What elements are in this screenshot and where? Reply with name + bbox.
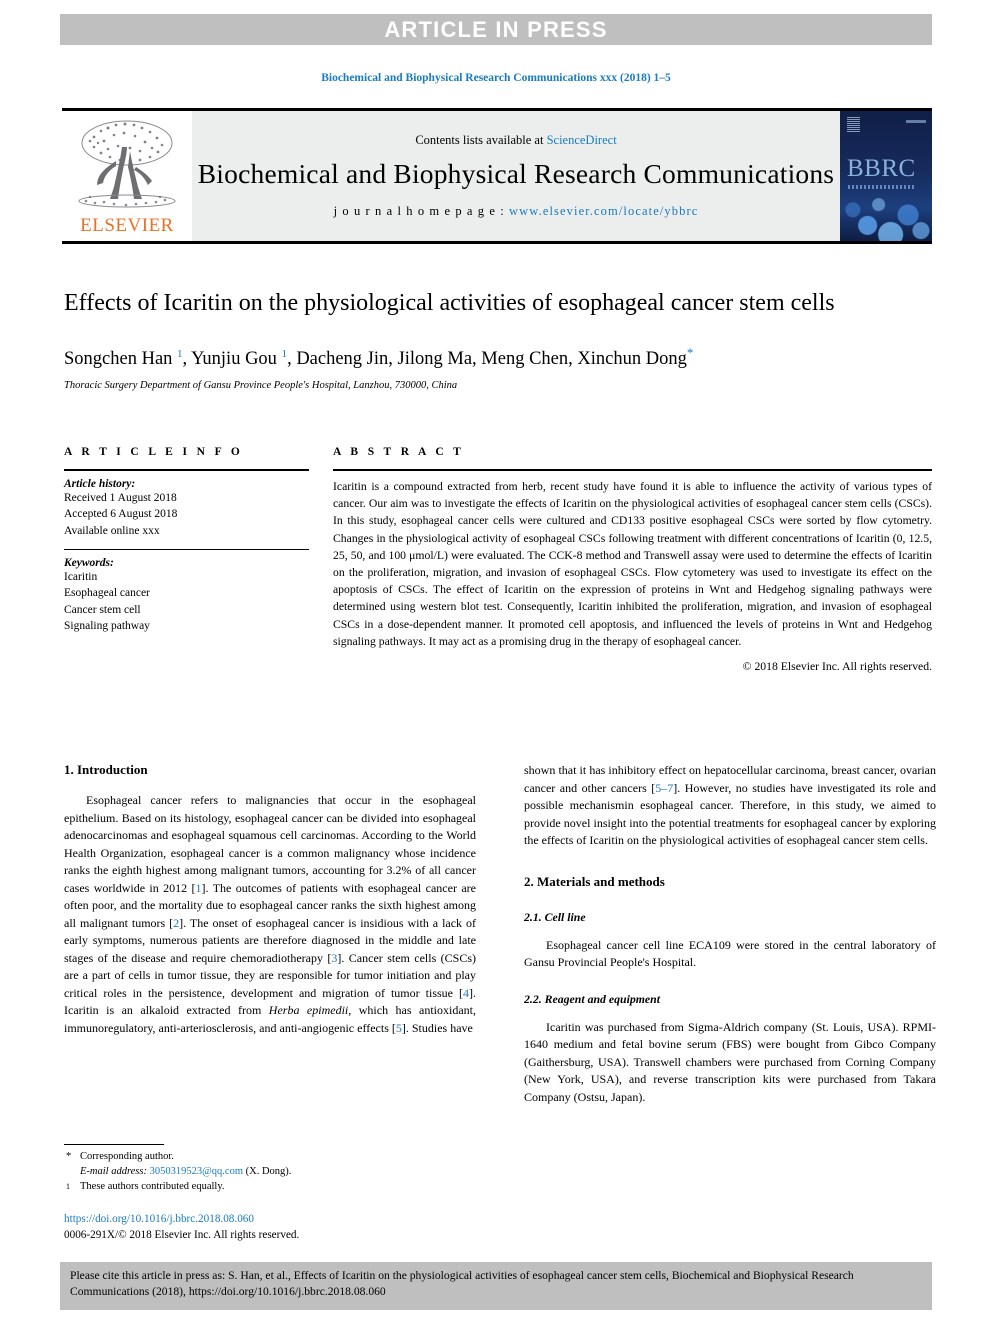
author-names-1: Songchen Han	[64, 348, 178, 369]
species-name: Herba epimedii	[268, 1003, 349, 1018]
sciencedirect-link[interactable]: ScienceDirect	[547, 133, 617, 147]
masthead-center: Contents lists available at ScienceDirec…	[192, 111, 840, 241]
elsevier-wordmark: ELSEVIER	[80, 215, 174, 236]
citation-footer-bar: Please cite this article in press as: S.…	[60, 1262, 932, 1310]
body-right-column: shown that it has inhibitory effect on h…	[524, 762, 936, 1108]
footnote-email-line: E-mail address: 3050319523@qq.com (X. Do…	[64, 1165, 476, 1180]
abstract-text: Icaritin is a compound extracted from he…	[333, 480, 932, 648]
history-available-online: Available online xxx	[64, 524, 160, 537]
footnote-one-marker: 1	[66, 1181, 70, 1191]
journal-masthead: ELSEVIER Contents lists available at Sci…	[62, 108, 932, 244]
email-label: E-mail address:	[80, 1165, 147, 1177]
doi-link[interactable]: https://doi.org/10.1016/j.bbrc.2018.08.0…	[64, 1211, 476, 1227]
keywords-divider-rule	[64, 548, 309, 550]
intro-text-a: Esophageal cancer refers to malignancies…	[64, 793, 476, 895]
abstract-copyright: © 2018 Elsevier Inc. All rights reserved…	[742, 660, 932, 674]
journal-homepage-line: j o u r n a l h o m e p a g e : www.else…	[334, 204, 699, 219]
keyword-item: Icaritin	[64, 570, 98, 583]
elsevier-tree-icon	[78, 120, 176, 208]
affiliation: Thoracic Surgery Department of Gansu Pro…	[64, 379, 458, 391]
footnote-separator-rule	[64, 1144, 164, 1145]
corresponding-author-marker[interactable]: *	[687, 345, 694, 360]
section-heading-materials-methods: 2. Materials and methods	[524, 873, 665, 889]
cover-subtitle-rule	[848, 185, 914, 189]
article-history-label: Article history:	[64, 478, 136, 490]
footnote-star-marker: *	[66, 1151, 72, 1162]
intro-paragraph: Esophageal cancer refers to malignancies…	[64, 792, 476, 1037]
footnote-corresponding-text: Corresponding author.	[80, 1151, 174, 1162]
metadata-row: A R T I C L E I N F O Article history: R…	[64, 446, 932, 673]
elsevier-logo: ELSEVIER	[62, 111, 192, 241]
keyword-item: Cancer stem cell	[64, 603, 141, 616]
keyword-item: Esophageal cancer	[64, 587, 150, 600]
keyword-item: Signaling pathway	[64, 619, 150, 632]
keywords-label: Keywords:	[64, 556, 114, 569]
cover-wordmark: BBRC	[847, 155, 916, 182]
paper-page: ARTICLE IN PRESS Biochemical and Biophys…	[0, 0, 992, 1323]
body-left-column: 1. Introduction Esophageal cancer refers…	[64, 762, 476, 1108]
footnote-equal-contribution: 1 These authors contributed equally.	[64, 1180, 476, 1195]
article-info-top-rule	[64, 469, 309, 471]
article-info-column: A R T I C L E I N F O Article history: R…	[64, 446, 309, 673]
article-info-heading: A R T I C L E I N F O	[64, 446, 244, 458]
history-received: Received 1 August 2018	[64, 492, 177, 504]
cover-publisher-mark-icon	[847, 117, 860, 132]
body-columns: 1. Introduction Esophageal cancer refers…	[64, 762, 936, 1108]
author-names-3: , Dacheng Jin, Jilong Ma, Meng Chen, Xin…	[287, 348, 687, 369]
footnote-equal-text: These authors contributed equally.	[80, 1180, 225, 1192]
contents-prefix: Contents lists available at	[415, 133, 547, 147]
journal-title: Biochemical and Biophysical Research Com…	[197, 158, 835, 189]
subsection-heading-reagent-equipment: 2.2. Reagent and equipment	[524, 991, 660, 1006]
intro-text-g: ]. Studies have	[401, 1020, 473, 1035]
article-in-press-banner: ARTICLE IN PRESS	[60, 14, 932, 45]
abstract-heading: A B S T R A C T	[333, 446, 465, 458]
subsection-heading-cell-line: 2.1. Cell line	[524, 909, 586, 924]
email-link[interactable]: 3050319523@qq.com	[150, 1166, 243, 1177]
journal-cover-thumbnail: BBRC	[840, 111, 932, 241]
history-accepted: Accepted 6 August 2018	[64, 508, 178, 521]
citation-ref[interactable]: 5–7	[655, 781, 673, 795]
intro-continuation-paragraph: shown that it has inhibitory effect on h…	[524, 762, 936, 850]
citation-footer-text: Please cite this article in press as: S.…	[70, 1269, 854, 1299]
footnote-corresponding-author: * Corresponding author.	[64, 1150, 476, 1165]
cover-top-rule	[906, 120, 926, 123]
doi-block: https://doi.org/10.1016/j.bbrc.2018.08.0…	[64, 1211, 476, 1243]
article-in-press-label: ARTICLE IN PRESS	[384, 16, 608, 42]
author-names-2: , Yunjiu Gou	[182, 348, 282, 369]
abstract-column: A B S T R A C T Icaritin is a compound e…	[333, 446, 932, 673]
homepage-label: j o u r n a l h o m e p a g e :	[333, 204, 510, 218]
page-title: Effects of Icaritin on the physiological…	[64, 290, 835, 316]
section-heading-introduction: 1. Introduction	[64, 762, 148, 777]
author-list: Songchen Han 1, Yunjiu Gou 1, Dacheng Ji…	[64, 345, 932, 371]
issn-copyright-line: 0006-291X/© 2018 Elsevier Inc. All right…	[64, 1228, 300, 1241]
contents-list-line: Contents lists available at ScienceDirec…	[415, 133, 616, 148]
reagent-equipment-paragraph: Icaritin was purchased from Sigma-Aldric…	[524, 1019, 936, 1104]
title-block: Effects of Icaritin on the physiological…	[64, 288, 932, 391]
email-suffix: (X. Dong).	[245, 1165, 292, 1177]
abstract-top-rule	[333, 469, 932, 471]
cell-line-paragraph: Esophageal cancer cell line ECA109 were …	[524, 937, 936, 970]
running-head: Biochemical and Biophysical Research Com…	[321, 72, 671, 84]
homepage-url-link[interactable]: www.elsevier.com/locate/ybbrc	[509, 204, 698, 218]
footnotes-block: * Corresponding author. E-mail address: 3…	[64, 1144, 476, 1243]
